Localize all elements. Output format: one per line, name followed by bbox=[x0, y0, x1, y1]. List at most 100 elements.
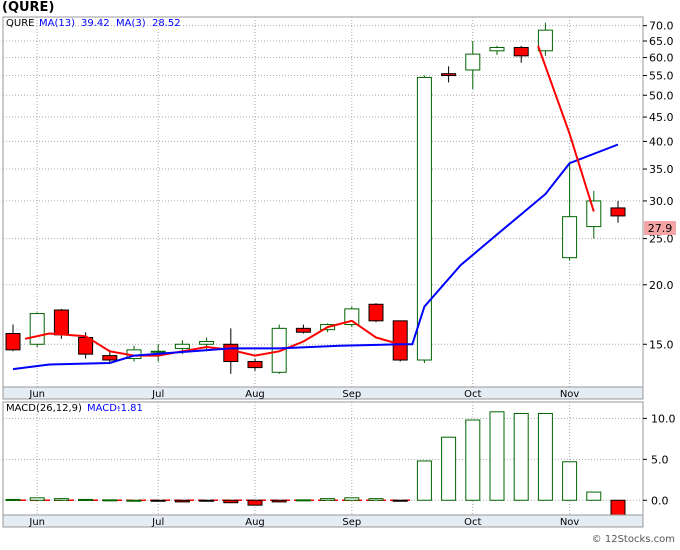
stock-chart: 15.020.025.030.035.040.045.050.055.060.0… bbox=[2, 16, 676, 545]
candle bbox=[489, 45, 505, 55]
candle-body bbox=[465, 53, 481, 71]
macd-bar bbox=[29, 497, 45, 501]
macd-date-label: Aug bbox=[245, 517, 265, 528]
price-date-label: Jun bbox=[28, 389, 45, 400]
ma3-line-recent bbox=[537, 45, 595, 212]
macd-tick-label: 10.0 bbox=[651, 412, 676, 425]
watermark: © 12Stocks.com bbox=[592, 534, 675, 545]
price-tick-label: 30.0 bbox=[649, 195, 674, 208]
candle-body bbox=[610, 207, 626, 217]
price-date-label: Aug bbox=[245, 389, 265, 400]
macd-histogram bbox=[5, 411, 626, 516]
macd-date-label: Jun bbox=[28, 517, 45, 528]
macd-bar bbox=[489, 411, 505, 501]
macd-bar bbox=[271, 499, 287, 503]
legend-ma13-label: MA(13) bbox=[39, 18, 75, 29]
price-tick-label: 45.0 bbox=[649, 111, 674, 124]
candle-body bbox=[489, 46, 505, 52]
price-y-axis: 15.020.025.030.035.040.045.050.055.060.0… bbox=[643, 20, 674, 351]
macd-y-axis: 0.0 5.0 10.0 bbox=[643, 412, 676, 507]
moving-averages bbox=[12, 45, 619, 371]
macd-bar bbox=[416, 460, 432, 501]
macd-bar bbox=[537, 412, 553, 501]
candle-body bbox=[199, 341, 215, 345]
candle bbox=[368, 303, 384, 323]
macd-bar bbox=[392, 499, 408, 502]
macd-legend-label: MACD: bbox=[87, 403, 120, 414]
macd-legend: MACD(26,12,9) MACD: -1.81 bbox=[6, 403, 143, 414]
macd-tick-label: 5.0 bbox=[651, 453, 669, 466]
macd-date-label: Nov bbox=[560, 517, 580, 528]
macd-tick-label: 0.0 bbox=[651, 494, 669, 507]
candle bbox=[465, 41, 481, 90]
price-tick-label: 20.0 bbox=[649, 279, 674, 292]
legend-ma3-label: MA(3) bbox=[116, 18, 146, 29]
candle bbox=[610, 200, 626, 223]
macd-bar bbox=[441, 436, 457, 501]
candle bbox=[392, 320, 408, 362]
candle-body bbox=[392, 320, 408, 361]
legend-ma3-value: 28.52 bbox=[152, 18, 181, 29]
candle-body bbox=[223, 343, 239, 363]
macd-bar bbox=[344, 497, 360, 501]
macd-bar bbox=[247, 499, 263, 506]
price-tick-label: 40.0 bbox=[649, 135, 674, 148]
price-tick-label: 35.0 bbox=[649, 163, 674, 176]
price-date-axis bbox=[2, 386, 644, 400]
macd-bar bbox=[150, 499, 166, 502]
candle bbox=[562, 163, 578, 261]
macd-bar bbox=[223, 499, 239, 504]
candle-body bbox=[416, 76, 432, 361]
candle-body bbox=[53, 309, 69, 336]
candle bbox=[247, 358, 263, 371]
candle-body bbox=[174, 343, 190, 349]
candle-body bbox=[5, 333, 21, 351]
price-date-label: Nov bbox=[560, 389, 580, 400]
macd-date-label: Oct bbox=[464, 517, 481, 528]
candle-body bbox=[513, 46, 529, 57]
macd-bar bbox=[513, 412, 529, 501]
last-price-box: 27.9 bbox=[644, 221, 676, 235]
price-tick-label: 70.0 bbox=[649, 20, 674, 33]
macd-bar bbox=[126, 499, 142, 502]
price-tick-label: 60.0 bbox=[649, 52, 674, 65]
macd-bar bbox=[5, 498, 21, 501]
candle-body bbox=[150, 350, 166, 353]
price-tick-label: 15.0 bbox=[649, 338, 674, 351]
macd-date-label: Jul bbox=[151, 517, 164, 528]
macd-bar bbox=[102, 499, 118, 502]
price-legend: QURE MA(13) 39.42 MA(3) 28.52 bbox=[6, 18, 181, 29]
macd-legend-params: MACD(26,12,9) bbox=[6, 403, 82, 414]
macd-bar bbox=[368, 498, 384, 501]
candle-body bbox=[247, 361, 263, 369]
candle bbox=[5, 324, 21, 352]
legend-symbol: QURE bbox=[6, 18, 34, 29]
candle-body bbox=[537, 29, 553, 52]
candle-body bbox=[295, 327, 311, 333]
macd-date-axis bbox=[2, 514, 644, 528]
legend-ma13-value: 39.42 bbox=[81, 18, 110, 29]
candle bbox=[513, 45, 529, 63]
candle bbox=[126, 345, 142, 362]
candle-body bbox=[102, 355, 118, 361]
last-price-label: 27.9 bbox=[648, 222, 673, 235]
macd-bar bbox=[78, 498, 94, 501]
price-tick-label: 55.0 bbox=[649, 70, 674, 83]
macd-bar bbox=[465, 419, 481, 501]
candle bbox=[441, 66, 457, 83]
candle-body bbox=[29, 313, 45, 345]
candle-body bbox=[368, 303, 384, 322]
macd-bar bbox=[320, 498, 336, 501]
ticker-symbol: (QURE) bbox=[2, 0, 55, 15]
macd-bar bbox=[199, 499, 215, 502]
macd-date-label: Sep bbox=[342, 517, 361, 528]
candle bbox=[295, 324, 311, 334]
macd-bar bbox=[586, 491, 602, 501]
macd-legend-value: -1.81 bbox=[117, 403, 143, 414]
macd-bar bbox=[174, 499, 190, 503]
macd-bar bbox=[295, 499, 311, 502]
price-tick-label: 65.0 bbox=[649, 35, 674, 48]
macd-bar bbox=[610, 499, 626, 516]
price-date-label: Sep bbox=[342, 389, 361, 400]
candle-body bbox=[562, 216, 578, 259]
